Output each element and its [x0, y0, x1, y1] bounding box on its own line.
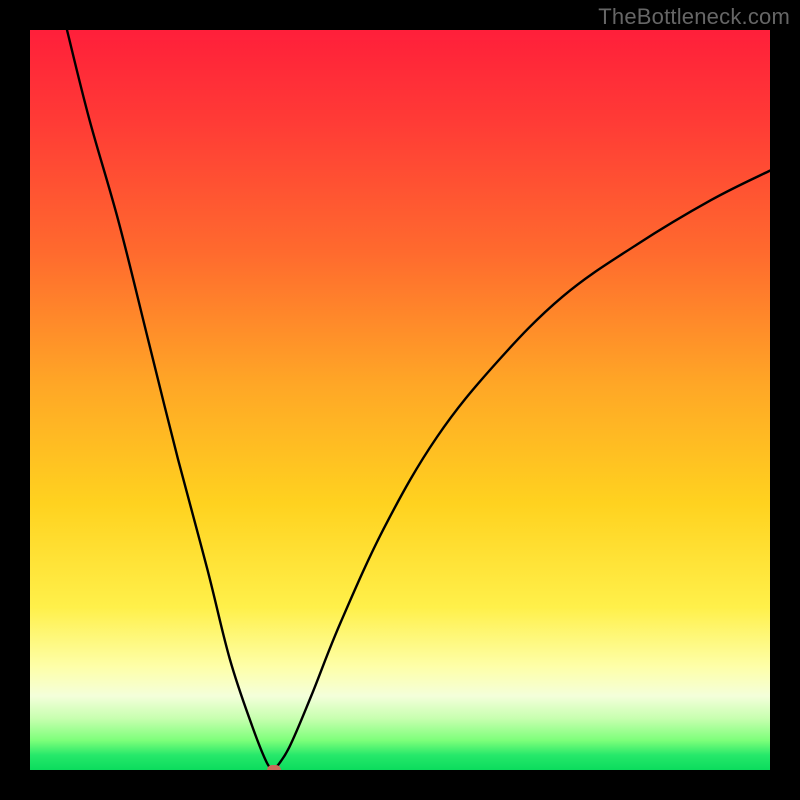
bottleneck-curve [30, 30, 770, 770]
watermark-text: TheBottleneck.com [598, 4, 790, 30]
curve-path [67, 30, 770, 770]
plot-area [30, 30, 770, 770]
minimum-marker [267, 765, 281, 770]
chart-frame: TheBottleneck.com [0, 0, 800, 800]
